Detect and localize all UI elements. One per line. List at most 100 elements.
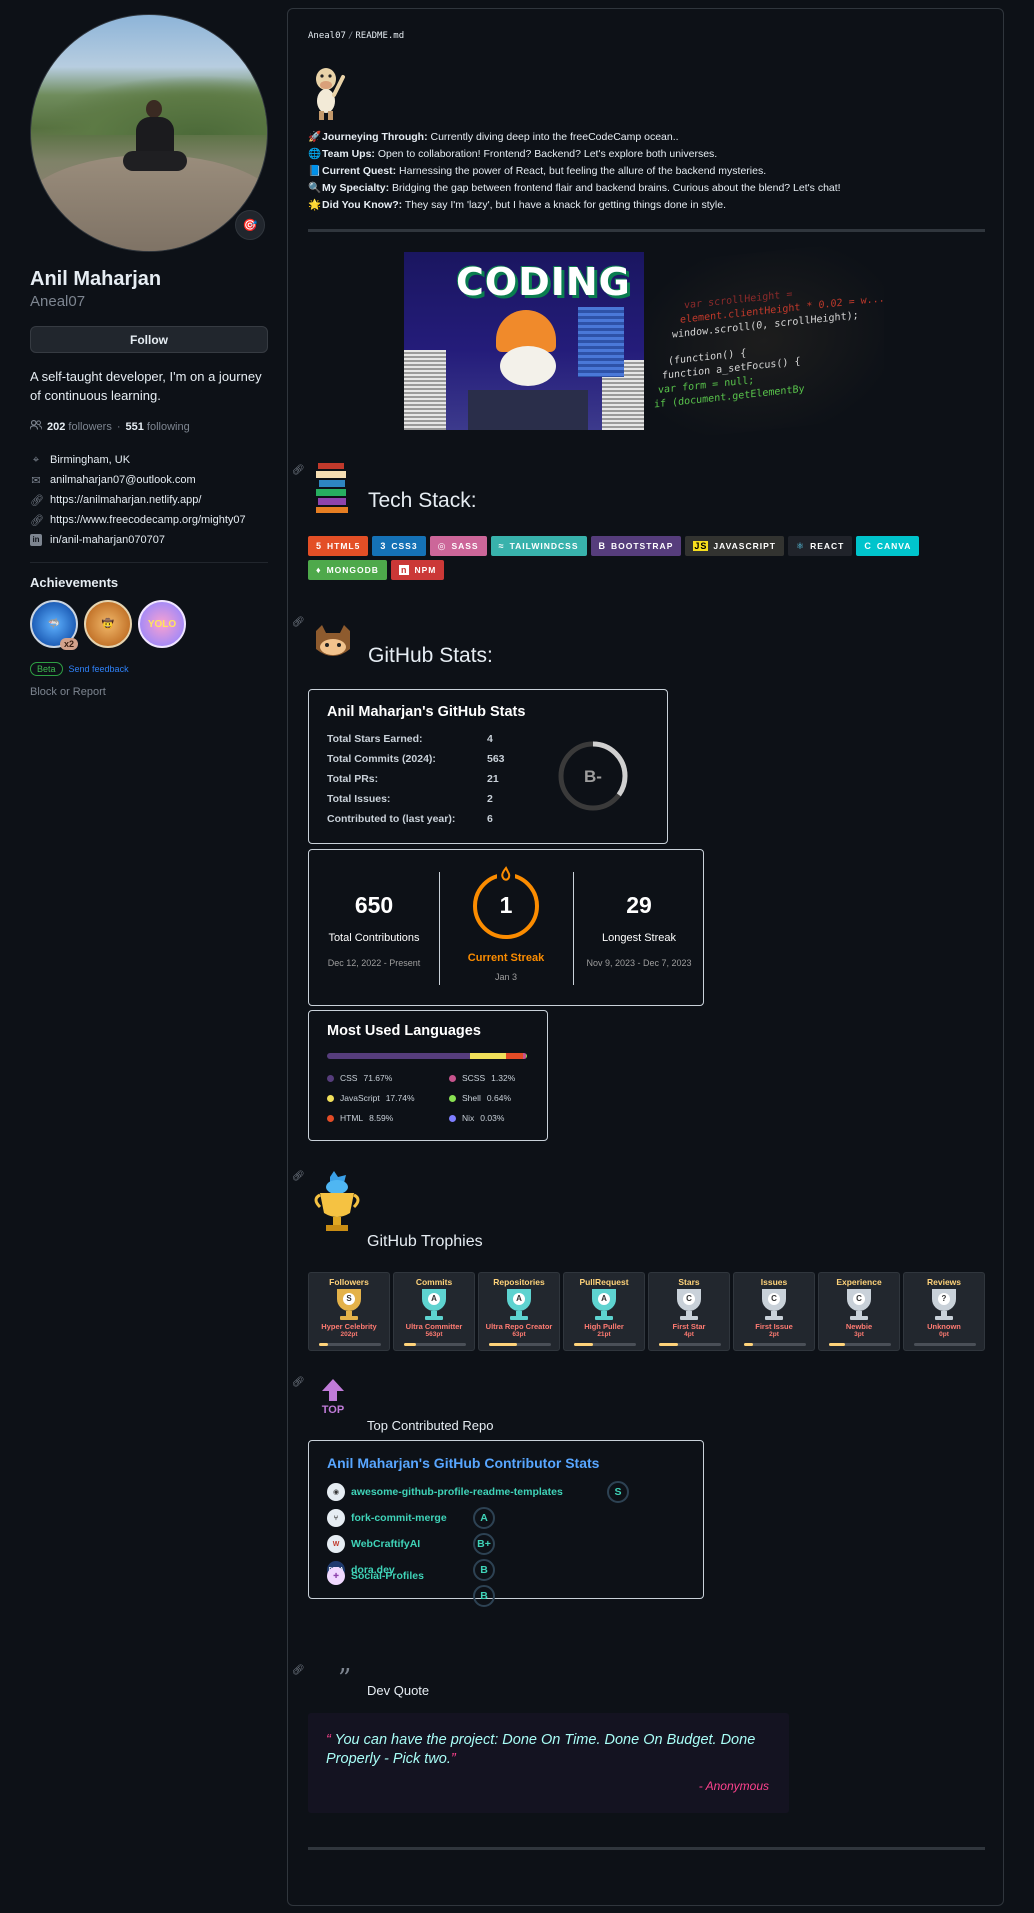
languages-title: Most Used Languages bbox=[327, 1023, 481, 1039]
top-repo-heading: Top Contributed Repo bbox=[367, 1418, 494, 1433]
streak-stats-card: 650 Total Contributions Dec 12, 2022 - P… bbox=[308, 849, 704, 1006]
open-quote-mark: “ bbox=[326, 1732, 331, 1748]
quote-marks-icon: ” bbox=[338, 1664, 352, 1694]
achievements-badges: 🦈 x2 🤠 YOLO bbox=[30, 600, 268, 650]
coding-gif: CODING bbox=[404, 252, 644, 430]
language-item: JavaScript 17.74% bbox=[327, 1093, 415, 1103]
stat-value: 6 bbox=[487, 813, 493, 825]
intro-item: 🚀Journeying Through: Currently diving de… bbox=[308, 129, 841, 146]
javascript-badge: JS JAVASCRIPT bbox=[685, 536, 784, 556]
top-arrow-icon: TOP bbox=[322, 1379, 344, 1416]
quote-text-block: “ You can have the project: Done On Time… bbox=[326, 1731, 756, 1769]
profile-sidebar: 🎯 Anil Maharjan Aneal07 Follow A self-ta… bbox=[29, 14, 268, 698]
repo-link[interactable]: Aneal07 bbox=[308, 31, 346, 41]
npm-badge: n NPM bbox=[390, 560, 445, 580]
repo-item[interactable]: ◉ awesome-github-profile-readme-templates bbox=[327, 1483, 563, 1501]
html5-badge: 5 HTML5 bbox=[308, 536, 369, 556]
stat-value: 21 bbox=[487, 773, 499, 785]
linkedin-item[interactable]: in in/anil-maharjan070707 bbox=[30, 530, 268, 550]
react-badge: ⚛ REACT bbox=[787, 536, 853, 556]
profile-avatar[interactable] bbox=[30, 14, 268, 252]
trophy-card: Commits A Ultra Committer 563pt bbox=[393, 1272, 475, 1351]
waving-cow-icon bbox=[316, 68, 345, 120]
trophy-cup-icon: S bbox=[332, 1289, 366, 1321]
language-dot bbox=[449, 1074, 456, 1082]
section-anchor-link-icon[interactable]: 🔗︎ bbox=[292, 1171, 305, 1182]
website-item[interactable]: 🔗︎ https://anilmaharjan.netlify.app/ bbox=[30, 490, 268, 510]
repo-item[interactable]: ✚ Social-Profiles bbox=[327, 1567, 424, 1585]
repo-grade: B+ bbox=[473, 1533, 495, 1555]
section-anchor-link-icon[interactable]: 🔗︎ bbox=[292, 1665, 305, 1676]
website2-link[interactable]: https://www.freecodecamp.org/mighty07 bbox=[50, 514, 246, 526]
intro-item: 🌟Did You Know?: They say I'm 'lazy', but… bbox=[308, 197, 841, 214]
follow-button[interactable]: Follow bbox=[30, 326, 268, 353]
repo-item[interactable]: ⑂ fork-commit-merge bbox=[327, 1509, 447, 1527]
horizontal-rule bbox=[308, 229, 985, 232]
repo-avatar-icon: ◉ bbox=[327, 1483, 345, 1501]
book-icon: 📘 bbox=[308, 165, 322, 177]
website2-item[interactable]: 🔗︎ https://www.freecodecamp.org/mighty07 bbox=[30, 510, 268, 530]
set-status-icon[interactable]: 🎯 bbox=[235, 210, 265, 240]
stat-value: 563 bbox=[487, 753, 505, 765]
section-anchor-link-icon[interactable]: 🔗︎ bbox=[292, 1377, 305, 1388]
repo-item[interactable]: W WebCraftifyAI bbox=[327, 1535, 420, 1553]
link-icon: 🔗︎ bbox=[30, 494, 44, 507]
email-link[interactable]: anilmaharjan07@outlook.com bbox=[50, 474, 196, 486]
repo-grade: B bbox=[473, 1585, 495, 1607]
location-item: ⌖ Birmingham, UK bbox=[30, 450, 268, 470]
canva-badge: C CANVA bbox=[856, 536, 920, 556]
grade-text: B- bbox=[584, 767, 602, 786]
current-streak-date: Jan 3 bbox=[494, 972, 518, 982]
globe-icon: 🌐 bbox=[308, 148, 322, 160]
achievement-shark-icon[interactable]: 🦈 x2 bbox=[30, 600, 78, 650]
language-dot bbox=[327, 1094, 334, 1102]
trophy-card: Issues C First Issue 2pt bbox=[733, 1272, 815, 1351]
achievements-title[interactable]: Achievements bbox=[30, 575, 268, 590]
total-contributions-value: 650 bbox=[354, 892, 394, 918]
achievement-yolo-icon[interactable]: YOLO bbox=[138, 600, 186, 648]
code-scroll-gif: var scrollHeight = element.clientHeight … bbox=[644, 239, 885, 443]
email-item[interactable]: ✉ anilmaharjan07@outlook.com bbox=[30, 470, 268, 490]
trophy-cup-icon: C bbox=[672, 1289, 706, 1321]
longest-streak-range: Nov 9, 2023 - Dec 7, 2023 bbox=[586, 958, 692, 968]
github-stats-heading: GitHub Stats: bbox=[368, 644, 493, 667]
followers-link[interactable]: 202 followers bbox=[47, 421, 112, 433]
stat-label: Total Issues: bbox=[327, 793, 391, 805]
books-icon bbox=[316, 463, 348, 513]
language-bar-segment bbox=[505, 1053, 523, 1059]
language-dot bbox=[327, 1114, 334, 1122]
dev-quote-card: “ You can have the project: Done On Time… bbox=[308, 1713, 789, 1813]
contributor-stats-card: Anil Maharjan's GitHub Contributor Stats… bbox=[308, 1440, 704, 1607]
website-link[interactable]: https://anilmaharjan.netlify.app/ bbox=[50, 494, 201, 506]
location-icon: ⌖ bbox=[32, 453, 40, 466]
repo-grade: B bbox=[473, 1559, 495, 1581]
bootstrap-badge: B BOOTSTRAP bbox=[590, 536, 682, 556]
linkedin-link[interactable]: in/anil-maharjan070707 bbox=[50, 534, 165, 546]
trophy-card: Followers S Hyper Celebrity 202pt bbox=[308, 1272, 390, 1351]
readme-file-link[interactable]: README.md bbox=[355, 31, 404, 41]
section-anchor-link-icon[interactable]: 🔗︎ bbox=[292, 465, 305, 476]
stat-label: Contributed to (last year): bbox=[327, 813, 456, 825]
intro-item: 📘Current Quest: Harnessing the power of … bbox=[308, 163, 841, 180]
beta-row: Beta Send feedback bbox=[30, 662, 268, 676]
trophies-row: Followers S Hyper Celebrity 202pt Commits… bbox=[308, 1272, 985, 1351]
language-item: Nix 0.03% bbox=[449, 1113, 504, 1123]
mail-icon: ✉ bbox=[31, 474, 41, 487]
repo-avatar-icon: ✚ bbox=[327, 1567, 345, 1585]
sass-badge: ◎ SASS bbox=[429, 536, 487, 556]
send-feedback-link[interactable]: Send feedback bbox=[69, 664, 129, 674]
top-languages-card: Most Used Languages CSS 71.67% JavaScript… bbox=[308, 1010, 548, 1141]
achievement-cowboy-icon[interactable]: 🤠 bbox=[84, 600, 132, 648]
profile-username: Aneal07 bbox=[30, 293, 86, 310]
section-anchor-link-icon[interactable]: 🔗︎ bbox=[292, 617, 305, 628]
mongodb-badge: ♦ MONGODB bbox=[308, 560, 387, 580]
language-item: HTML 8.59% bbox=[327, 1113, 393, 1123]
readme-container: Aneal07/README.md 🚀Journeying Through: C… bbox=[287, 8, 1004, 1906]
block-report-link[interactable]: Block or Report bbox=[30, 686, 268, 698]
beta-badge: Beta bbox=[30, 662, 63, 676]
trophy-cup-icon: C bbox=[842, 1289, 876, 1321]
intro-item: 🔍My Specialty: Bridging the gap between … bbox=[308, 180, 841, 197]
magnifier-icon: 🔍 bbox=[308, 182, 322, 194]
following-link[interactable]: 551 following bbox=[126, 421, 190, 433]
trophy-card: Stars C First Star 4pt bbox=[648, 1272, 730, 1351]
